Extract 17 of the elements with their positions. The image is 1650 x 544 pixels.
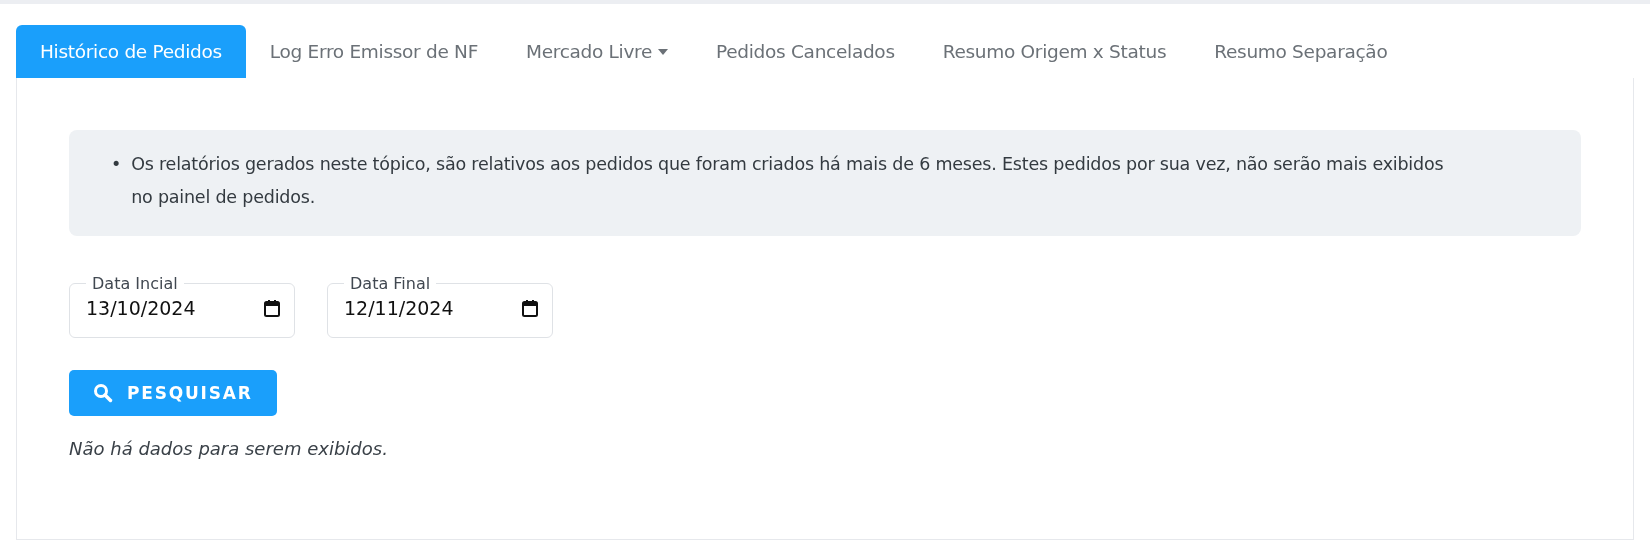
search-button[interactable]: PESQUISAR (69, 370, 277, 416)
tab[interactable]: Mercado Livre (502, 25, 693, 78)
empty-message: Não há dados para serem exibidos. (69, 438, 389, 459)
date-value: 13/10/2024 (86, 297, 196, 319)
date-field[interactable]: Data Final 12/11/2024 (327, 274, 553, 338)
tab[interactable]: Pedidos Cancelados (692, 25, 919, 78)
tab[interactable]: Log Erro Emissor de NF (245, 25, 502, 78)
tab[interactable]: Resumo Separação (1190, 25, 1412, 78)
calendar-icon[interactable] (264, 299, 280, 317)
tab[interactable]: Histórico de Pedidos (16, 25, 246, 78)
info-text: Os relatórios gerados neste tópico, são relativos aos pedidos que foram criados há mais de 6 meses. Estes pedidos por sua vez, não serão mais exibidos no painel de pedidos. (131, 153, 1445, 209)
tab[interactable]: Resumo Origem x Status (918, 25, 1191, 78)
date-value: 12/11/2024 (344, 297, 454, 319)
date-field[interactable]: Data Incial 13/10/2024 (69, 274, 295, 338)
search-icon (93, 383, 113, 403)
calendar-icon[interactable] (522, 299, 538, 317)
bullet: • (111, 153, 122, 176)
